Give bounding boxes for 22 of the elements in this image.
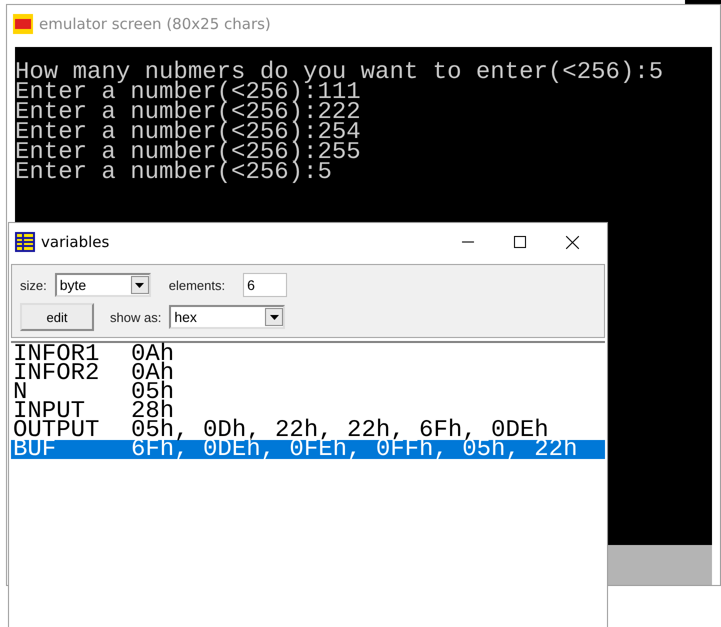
console-line: Enter a number(<256):5 xyxy=(15,163,332,183)
console-line: Enter a number(<256):254 xyxy=(15,123,362,143)
window-title: variables xyxy=(41,233,110,251)
size-dropdown[interactable]: byte xyxy=(54,273,151,297)
minimize-icon[interactable] xyxy=(462,241,474,243)
size-label: size: xyxy=(20,278,47,292)
maximize-icon[interactable] xyxy=(514,236,526,248)
console-line: Enter a number(<256):222 xyxy=(15,103,362,123)
show-as-dropdown[interactable]: hex xyxy=(169,305,286,329)
show-as-label: show as: xyxy=(110,310,162,324)
caret-icon xyxy=(135,282,144,288)
elements-label: elements: xyxy=(168,278,226,292)
console-line: Enter a number(<256):255 xyxy=(15,143,362,163)
caret-icon xyxy=(270,314,279,320)
variable-row[interactable]: OUTPUT 05h, 0Dh, 22h, 22h, 6Fh, 0DEh xyxy=(11,421,605,440)
elements-field[interactable]: 6 xyxy=(243,273,288,297)
close-icon[interactable] xyxy=(566,236,579,248)
app-icon xyxy=(13,14,33,34)
edit-button[interactable]: edit xyxy=(20,303,94,331)
window-title: emulator screen (80x25 chars) xyxy=(39,15,271,33)
table-icon xyxy=(15,232,35,252)
console-line: Enter a number(<256):111 xyxy=(15,83,362,103)
